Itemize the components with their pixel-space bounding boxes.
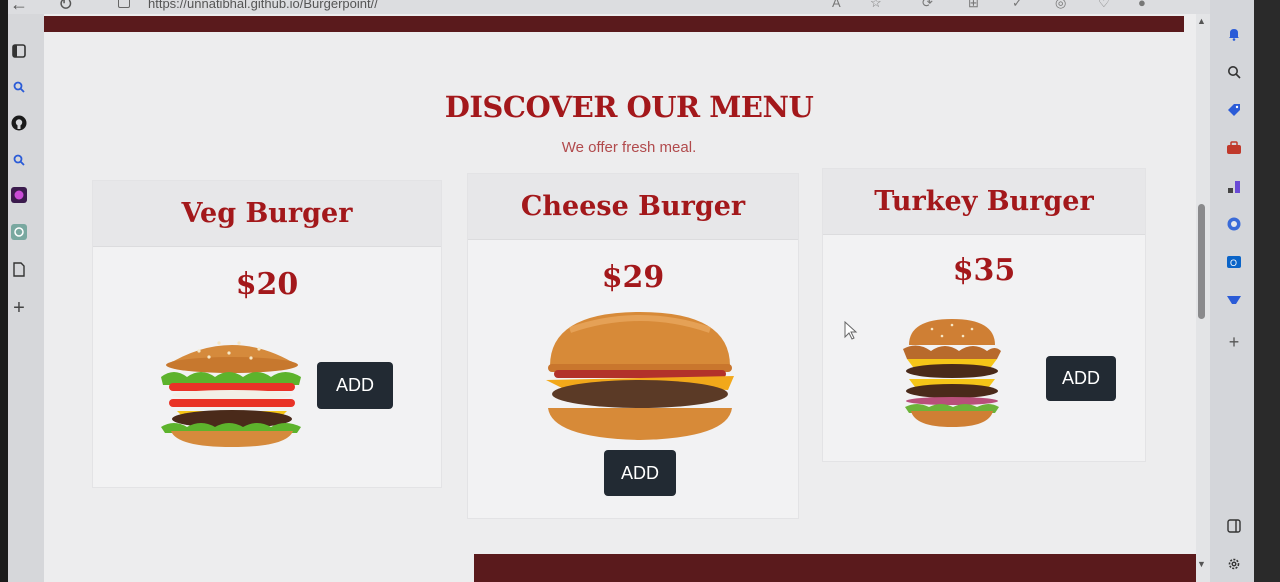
hide-sidebar-icon[interactable] [1224,516,1244,536]
card-title: Turkey Burger [874,186,1094,217]
microsoft-365-icon[interactable] [1224,214,1244,234]
site-info-icon[interactable] [118,0,130,8]
add-to-cart-button[interactable]: ADD [1046,356,1116,401]
turkey-burger-image [903,319,1001,427]
document-tab-icon[interactable] [10,260,28,278]
card-header: Veg Burger [93,181,441,247]
games-chess-icon[interactable] [1224,176,1244,196]
mouse-cursor-icon [844,321,858,340]
add-sidebar-app-icon[interactable]: + [1224,332,1244,352]
browser-essentials-icon[interactable]: ♡ [1098,0,1110,11]
search-sidebar-icon[interactable] [1224,62,1244,82]
notifications-bell-icon[interactable] [1224,24,1244,44]
menu-card-turkey-burger: Turkey Burger $35 ADD [822,168,1146,462]
settings-gear-icon[interactable] [1224,554,1244,574]
collections-icon[interactable]: ◎ [1055,0,1066,11]
github-tab-icon[interactable] [10,114,28,132]
menu-heading: DISCOVER OUR MENU [444,90,814,124]
screen-bezel-left [0,0,8,582]
purple-app-tab-icon[interactable] [10,186,28,204]
drop-icon[interactable] [1224,290,1244,310]
screen-bezel-right [1254,0,1280,582]
scroll-down-arrow-icon[interactable]: ▼ [1197,559,1206,569]
favorite-star-icon[interactable]: ☆ [870,0,882,11]
add-to-cart-button[interactable]: ADD [317,362,393,409]
tab-actions-icon[interactable] [10,42,28,60]
address-bar[interactable]: https://unnatibhal.github.io/Burgerpoint… [148,0,378,11]
card-price: $35 [952,253,1016,288]
outlook-icon[interactable]: O [1224,252,1244,272]
refresh-icon[interactable]: ↻ [58,0,73,14]
card-price: $29 [601,260,665,295]
card-title: Cheese Burger [520,191,746,222]
card-header: Cheese Burger [468,174,798,240]
webpage-viewport: DISCOVER OUR MENU We offer fresh meal. V… [44,14,1196,582]
footer-stripe [474,554,1196,582]
read-aloud-icon[interactable]: A [832,0,841,10]
tools-briefcase-icon[interactable] [1224,138,1244,158]
split-screen-icon[interactable]: ⊞ [968,0,979,11]
menu-card-veg-burger: Veg Burger $20 ADD [92,180,442,488]
favorites-icon[interactable]: ✓ [1012,0,1023,11]
scrollbar-thumb[interactable] [1198,204,1205,319]
chatgpt-tab-icon[interactable] [10,223,28,241]
veg-burger-image [161,341,301,447]
page-scrollbar[interactable]: ▲ ▼ [1196,14,1210,582]
search-tab-icon[interactable] [10,78,28,96]
profile-icon[interactable]: ● [1138,0,1146,10]
shopping-tag-icon[interactable] [1224,100,1244,120]
new-tab-plus-icon[interactable]: + [10,297,28,319]
add-to-cart-button[interactable]: ADD [604,450,676,496]
search-tab-icon-2[interactable] [10,151,28,169]
scroll-up-arrow-icon[interactable]: ▲ [1197,16,1206,26]
menu-subheading: We offer fresh meal. [561,139,697,156]
extensions-icon[interactable]: ⟳ [922,0,933,11]
browser-toolbar: ← ↻ https://unnatibhal.github.io/Burgerp… [0,0,1215,14]
svg-text:O: O [1230,258,1237,268]
card-price: $20 [235,267,299,302]
card-header: Turkey Burger [823,169,1145,235]
card-title: Veg Burger [181,198,353,229]
cheese-burger-image [546,312,734,440]
header-stripe [44,16,1184,32]
back-arrow-icon[interactable]: ← [10,0,28,14]
menu-card-cheese-burger: Cheese Burger $29 ADD [467,173,799,519]
